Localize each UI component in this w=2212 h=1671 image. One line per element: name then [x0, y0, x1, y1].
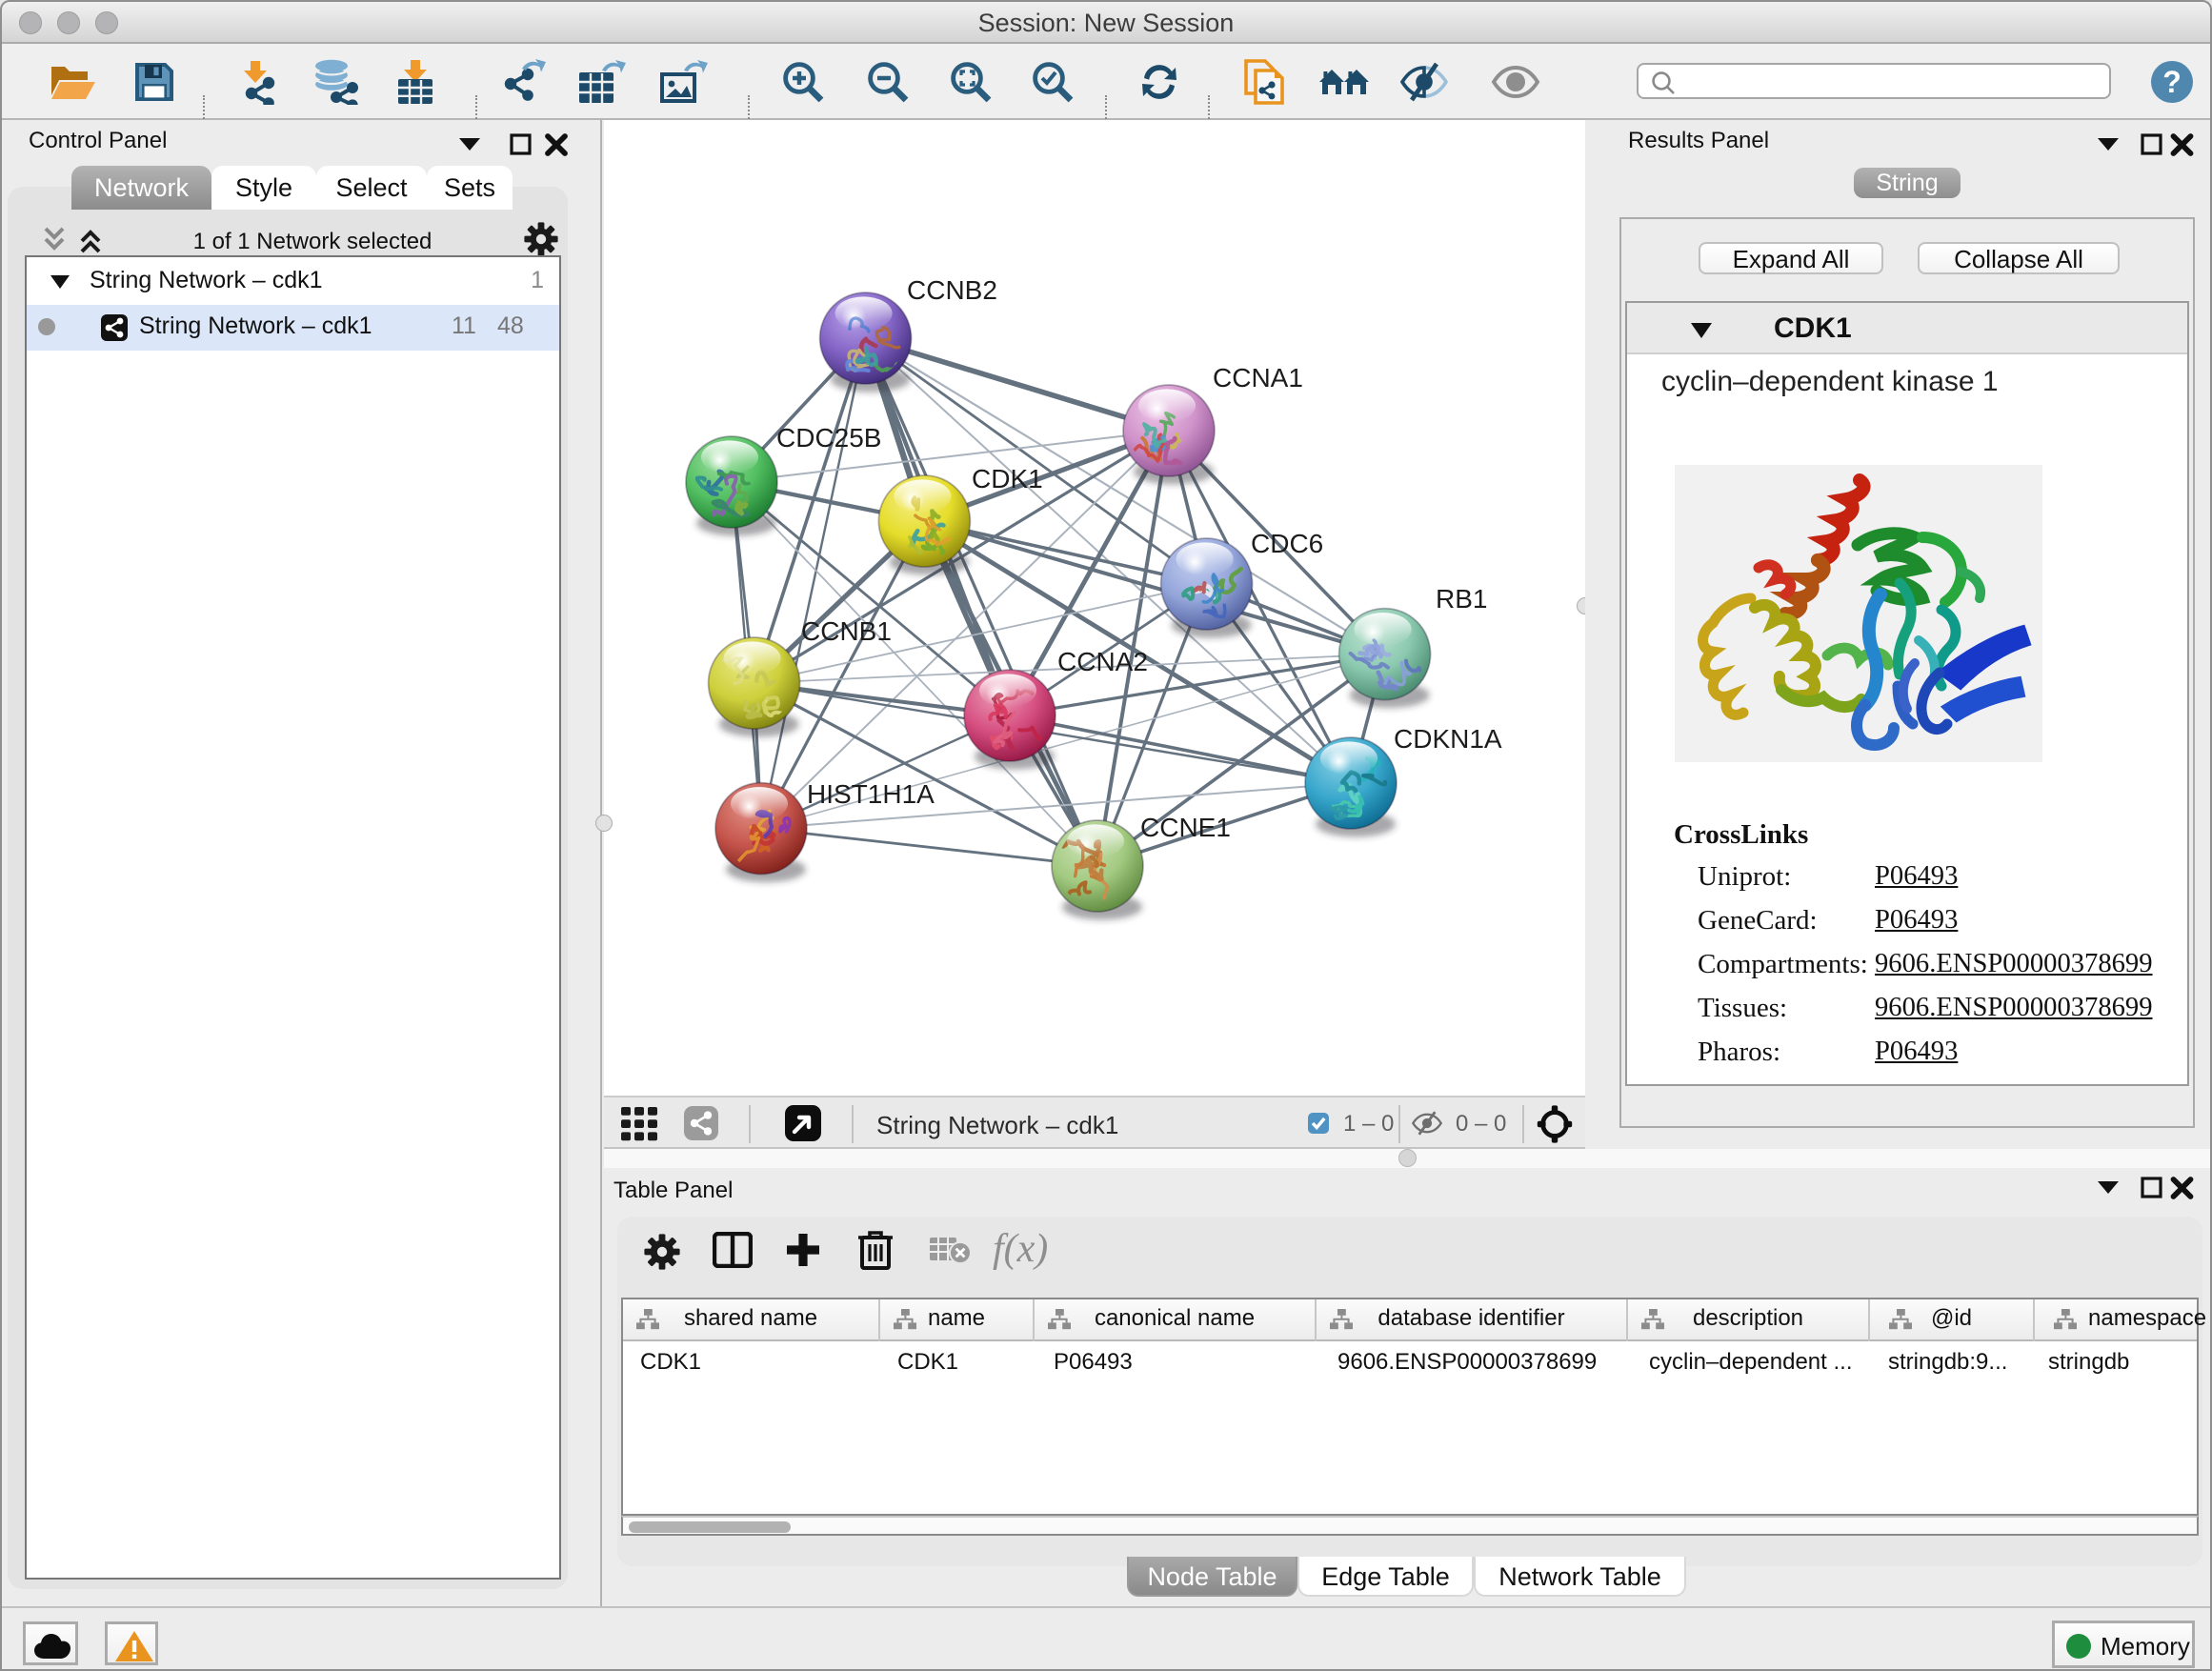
- svg-text:RB1: RB1: [1436, 584, 1487, 614]
- svg-text:CCNA1: CCNA1: [1213, 363, 1303, 393]
- svg-text:CDK1: CDK1: [972, 464, 1043, 493]
- svg-text:CDC25B: CDC25B: [776, 423, 881, 453]
- svg-text:?: ?: [2162, 65, 2182, 99]
- svg-text:HIST1H1A: HIST1H1A: [807, 779, 935, 809]
- svg-text:CDC6: CDC6: [1251, 529, 1323, 558]
- svg-text:CCNB2: CCNB2: [907, 275, 997, 305]
- svg-text:CCNB1: CCNB1: [801, 616, 892, 646]
- svg-text:CCNA2: CCNA2: [1057, 647, 1148, 676]
- svg-text:CDKN1A: CDKN1A: [1394, 724, 1502, 754]
- svg-text:CCNE1: CCNE1: [1140, 813, 1231, 842]
